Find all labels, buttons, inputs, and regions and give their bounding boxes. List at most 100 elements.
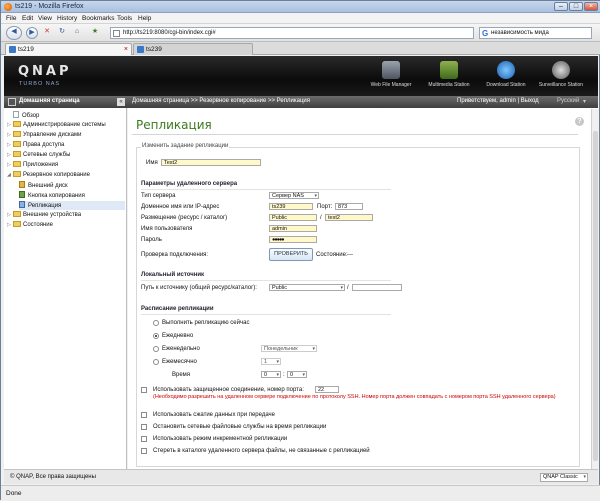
search-box[interactable]: G независимость мида xyxy=(479,27,592,39)
radio-daily[interactable] xyxy=(153,333,159,339)
sidebar-item-system-admin[interactable]: ▷ Администрирование системы xyxy=(7,121,125,130)
sidebar-item-replication[interactable]: Репликация xyxy=(19,201,125,210)
source-dir-field[interactable] xyxy=(352,284,402,291)
web-file-manager-button[interactable]: Web File Manager xyxy=(366,58,416,94)
menu-tools[interactable]: Tools xyxy=(117,15,132,22)
home-small-icon[interactable] xyxy=(8,98,16,106)
turbo-nas-tagline: TURBO NAS xyxy=(19,81,61,87)
maximize-button[interactable]: □ xyxy=(569,2,583,11)
back-icon[interactable]: ◀ xyxy=(6,26,22,40)
schedule-section-title: Расписание репликации xyxy=(141,306,214,312)
folder-icon xyxy=(13,211,21,217)
sidebar-item-network-services[interactable]: ▷ Сетевые службы xyxy=(7,151,125,160)
menu-history[interactable]: History xyxy=(57,15,77,22)
username-field[interactable]: admin xyxy=(269,225,317,232)
tab-label: ts239 xyxy=(146,46,162,53)
browser-window: ts219 - Mozilla Firefox – □ × File Edit … xyxy=(0,0,600,501)
time-colon: : xyxy=(283,372,285,378)
name-field[interactable]: Test2 xyxy=(161,159,261,166)
sidebar-title[interactable]: Домашняя страница xyxy=(19,98,80,104)
qnap-logo: QNAP xyxy=(18,64,72,79)
download-station-button[interactable]: Download Station xyxy=(481,58,531,94)
menu-file[interactable]: File xyxy=(6,15,16,22)
sidebar-item-status[interactable]: ▷ Состояние xyxy=(7,221,125,230)
menu-bookmarks[interactable]: Bookmarks xyxy=(82,15,115,22)
hour-select[interactable]: 0 xyxy=(261,371,281,378)
app-label: Multimedia Station xyxy=(428,82,470,88)
incremental-checkbox[interactable] xyxy=(141,436,147,442)
sidebar-item-backup[interactable]: ◢ Резервное копирование xyxy=(7,171,125,180)
surveillance-station-button[interactable]: Surveillance Station xyxy=(536,58,586,94)
menu-bar: File Edit View History Bookmarks Tools H… xyxy=(1,13,600,24)
theme-select[interactable]: QNAP Classic xyxy=(540,473,588,482)
window-title: ts219 - Mozilla Firefox xyxy=(15,3,84,10)
day-of-month-select[interactable]: 1 xyxy=(261,358,281,365)
sidebar-item-copy-button[interactable]: Кнопка копирования xyxy=(19,191,125,200)
dir-field[interactable]: test2 xyxy=(325,214,373,221)
bookmark-star-icon[interactable]: ★ xyxy=(89,27,101,39)
multimedia-station-button[interactable]: Multimedia Station xyxy=(424,58,474,94)
help-icon[interactable]: ? xyxy=(575,117,584,126)
radio-weekly[interactable] xyxy=(153,346,159,352)
welcome-text[interactable]: Приветствуем, admin | Выход xyxy=(457,98,539,104)
sidebar-item-disk-management[interactable]: ▷ Управление дисками xyxy=(7,131,125,140)
source-share-select[interactable]: Public xyxy=(269,284,345,291)
sidebar-item-external-disk[interactable]: Внешний диск xyxy=(19,181,125,190)
sidebar-item-label: Сетевые службы xyxy=(23,152,71,158)
tab-bar: ts219 × ts239 xyxy=(1,42,600,55)
stop-icon[interactable]: ✕ xyxy=(41,27,53,39)
firefox-icon xyxy=(4,3,12,11)
chevron-down-icon[interactable]: ▾ xyxy=(583,98,586,105)
sidebar-item-applications[interactable]: ▷ Приложения xyxy=(7,161,125,170)
folder-icon xyxy=(13,131,21,137)
username-label: Имя пользователя xyxy=(141,226,193,232)
minute-select[interactable]: 0 xyxy=(287,371,307,378)
port-field[interactable]: 873 xyxy=(335,203,363,210)
compress-checkbox[interactable] xyxy=(141,412,147,418)
app-label: Surveillance Station xyxy=(538,82,584,88)
sidebar-item-label: Управление дисками xyxy=(23,132,82,138)
tab-ts239[interactable]: ts239 xyxy=(133,43,253,55)
sidebar-item-overview[interactable]: Обзор xyxy=(7,111,125,120)
menu-edit[interactable]: Edit xyxy=(22,15,33,22)
share-field[interactable]: Public xyxy=(269,214,317,221)
vertical-scrollbar[interactable] xyxy=(591,109,598,469)
language-select[interactable]: Русский xyxy=(557,98,579,104)
sidebar-item-label: Репликация xyxy=(28,203,62,209)
check-button[interactable]: ПРОВЕРИТЬ xyxy=(269,248,313,261)
google-icon: G xyxy=(482,29,489,38)
sidebar-item-label: Администрирование системы xyxy=(23,122,106,128)
compress-label: Использовать сжатие данных при передаче xyxy=(153,412,276,418)
ssl-label: Использовать защищенное соединение, номе… xyxy=(153,387,304,393)
address-bar[interactable]: http://ts219:8080/cgi-bin/index.cgi# xyxy=(110,27,474,39)
password-field[interactable]: ●●●●● xyxy=(269,236,317,243)
tab-ts219[interactable]: ts219 × xyxy=(5,43,132,55)
forward-icon[interactable]: ▶ xyxy=(26,27,38,39)
menu-view[interactable]: View xyxy=(38,15,52,22)
close-button[interactable]: × xyxy=(584,2,598,11)
ssl-port-field[interactable]: 22 xyxy=(315,386,339,393)
monthly-label: Ежемесячно xyxy=(162,359,197,365)
home-icon[interactable]: ⌂ xyxy=(71,27,83,39)
weekday-select[interactable]: Понедельник xyxy=(261,345,317,352)
close-tab-icon[interactable]: × xyxy=(124,44,128,55)
sidebar-item-label: Состояние xyxy=(23,222,53,228)
search-text: независимость мида xyxy=(491,30,549,36)
navigation-toolbar: ◀ ▶ ✕ ↻ ⌂ ★ http://ts219:8080/cgi-bin/in… xyxy=(1,24,600,42)
qnap-tab-icon xyxy=(137,46,144,53)
radio-monthly[interactable] xyxy=(153,359,159,365)
reload-icon[interactable]: ↻ xyxy=(56,27,68,39)
host-label: Доменное имя или IP-адрес xyxy=(141,204,220,210)
stop-services-checkbox[interactable] xyxy=(141,424,147,430)
collapse-sidebar-icon[interactable]: « xyxy=(117,98,125,106)
menu-help[interactable]: Help xyxy=(138,15,151,22)
host-field[interactable]: ts239 xyxy=(269,203,313,210)
minimize-button[interactable]: – xyxy=(554,2,568,11)
sidebar-item-external-devices[interactable]: ▷ Внешние устройства xyxy=(7,211,125,220)
radio-run-now[interactable] xyxy=(153,320,159,326)
ssl-checkbox[interactable] xyxy=(141,387,147,393)
scrollbar-thumb[interactable] xyxy=(593,131,598,461)
server-type-select[interactable]: Сервер NAS xyxy=(269,192,319,199)
sidebar-item-access-rights[interactable]: ▷ Права доступа xyxy=(7,141,125,150)
delete-extra-checkbox[interactable] xyxy=(141,448,147,454)
